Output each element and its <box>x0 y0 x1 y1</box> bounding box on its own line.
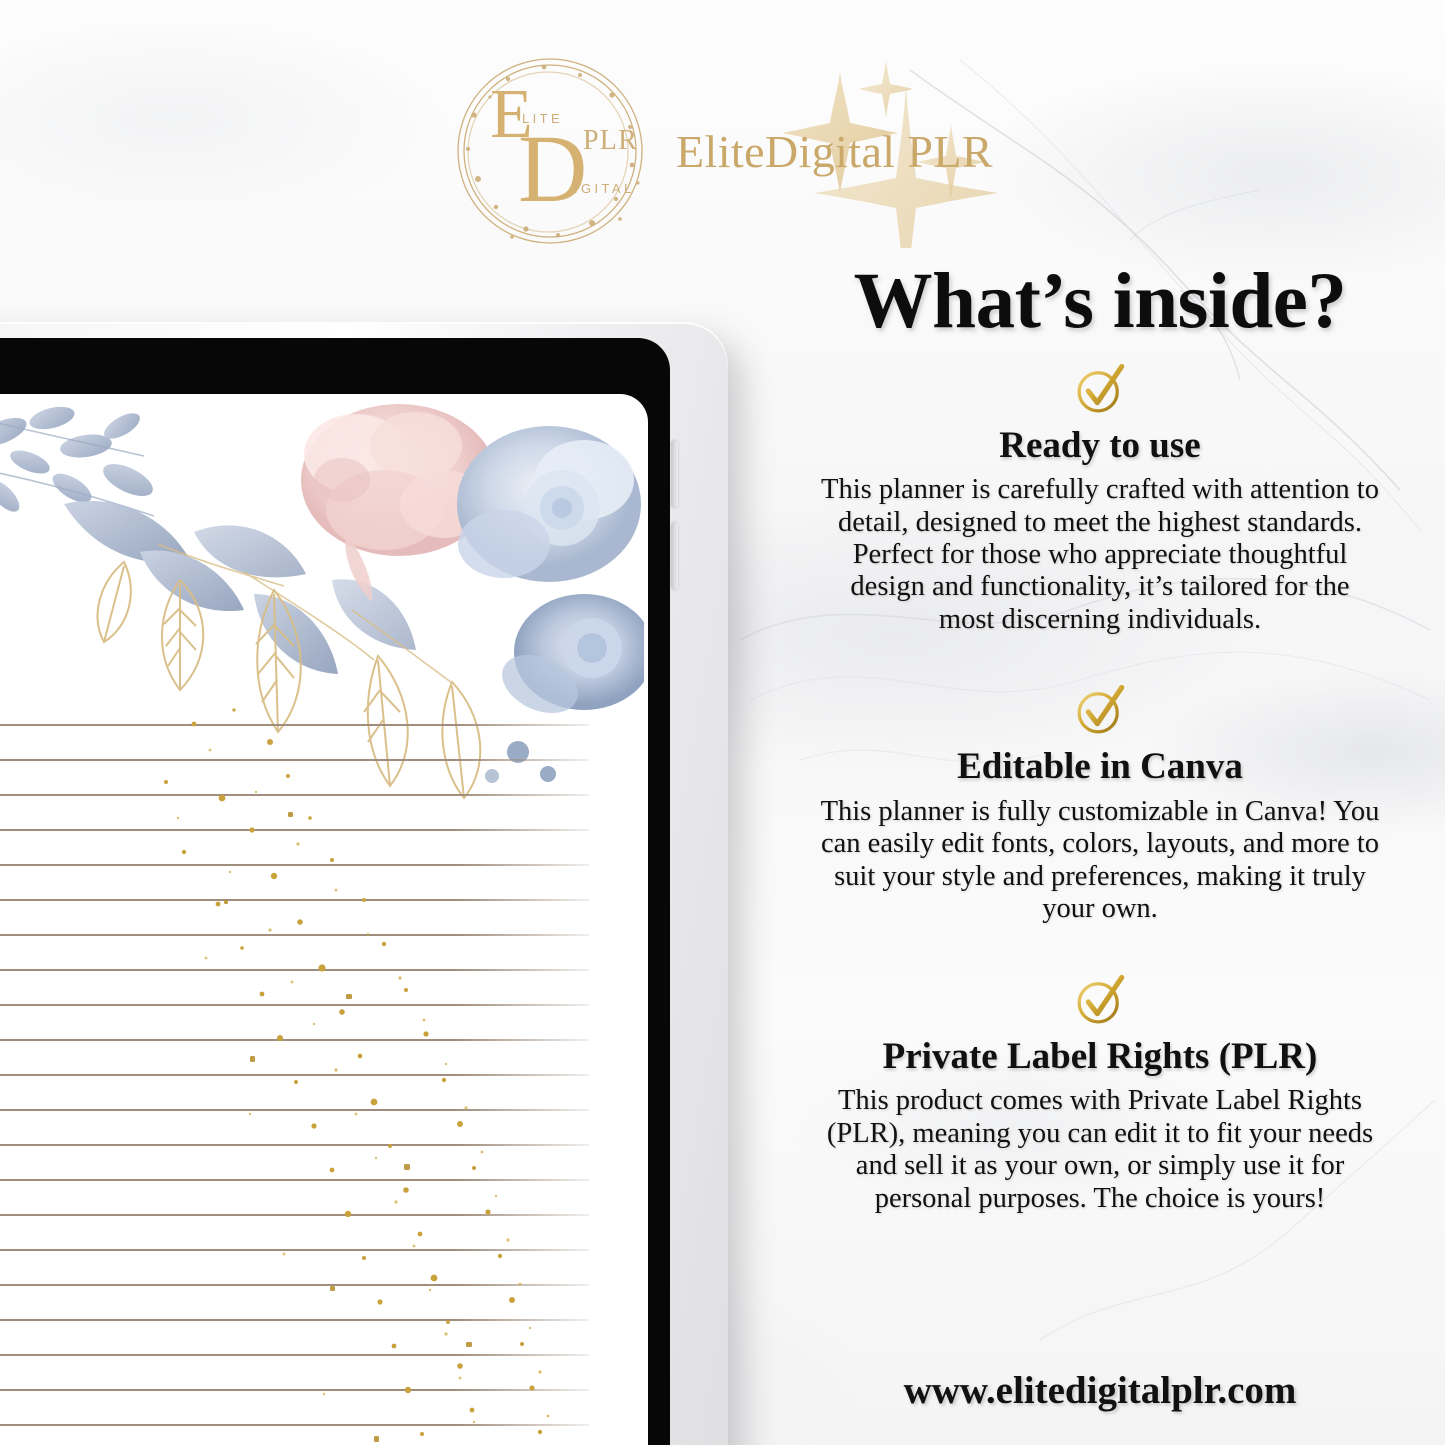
svg-text:IGITAL: IGITAL <box>574 181 635 196</box>
check-circle-icon <box>1077 685 1125 734</box>
website-url[interactable]: www.elitedigitalplr.com <box>760 1368 1440 1413</box>
note-line <box>0 1074 589 1076</box>
note-line <box>0 829 589 831</box>
feature-body: This planner is carefully crafted with a… <box>821 474 1379 635</box>
note-line <box>0 934 589 936</box>
feature-title: Private Label Rights (PLR) <box>882 1035 1318 1077</box>
note-line <box>0 1249 589 1251</box>
note-line <box>0 1424 589 1426</box>
note-line <box>0 969 589 971</box>
feature-body: This product comes with Private Label Ri… <box>826 1085 1374 1214</box>
note-line <box>0 1144 589 1146</box>
feature-private-label-rights: Private Label Rights (PLR) This product … <box>760 972 1440 1215</box>
note-line <box>0 1039 589 1041</box>
svg-text:D: D <box>518 115 587 222</box>
features-column: What’s inside? Ready to use This planner… <box>760 258 1440 1215</box>
note-line <box>0 724 589 726</box>
volume-down-button[interactable] <box>671 522 678 590</box>
note-line <box>0 1284 589 1286</box>
note-line <box>0 1109 589 1111</box>
tablet-mockup: Notes <box>0 322 728 1445</box>
feature-title: Editable in Canva <box>957 746 1243 788</box>
feature-body: This planner is fully customizable in Ca… <box>820 795 1380 925</box>
note-lines <box>0 724 619 1445</box>
tablet-bezel: Notes <box>0 338 670 1445</box>
ed-monogram-icon: E LITE D IGITAL PLR <box>452 53 648 249</box>
page-headline: What’s inside? <box>853 258 1347 345</box>
feature-editable-in-canva: Editable in Canva This planner is fully … <box>760 682 1440 925</box>
note-line <box>0 899 589 901</box>
note-line <box>0 1179 589 1181</box>
poster-canvas: E LITE D IGITAL PLR EliteDigital PLR Wha… <box>0 0 1445 1445</box>
check-circle-icon <box>1077 974 1125 1024</box>
note-line <box>0 1004 589 1006</box>
note-line <box>0 1389 589 1391</box>
feature-title: Ready to use <box>999 424 1201 466</box>
tablet-screen: Notes <box>0 394 648 1445</box>
note-line <box>0 864 589 866</box>
note-line <box>0 759 589 761</box>
note-line <box>0 1214 589 1216</box>
note-line <box>0 1319 589 1321</box>
volume-up-button[interactable] <box>671 440 678 508</box>
note-line <box>0 1354 589 1356</box>
svg-text:PLR: PLR <box>583 125 638 156</box>
brand-logo: E LITE D IGITAL PLR EliteDigital PLR <box>0 46 1445 256</box>
brand-wordmark: EliteDigital PLR <box>676 125 993 177</box>
feature-ready-to-use: Ready to use This planner is carefully c… <box>760 361 1440 637</box>
note-line <box>0 794 589 796</box>
check-circle-icon <box>1077 363 1125 413</box>
